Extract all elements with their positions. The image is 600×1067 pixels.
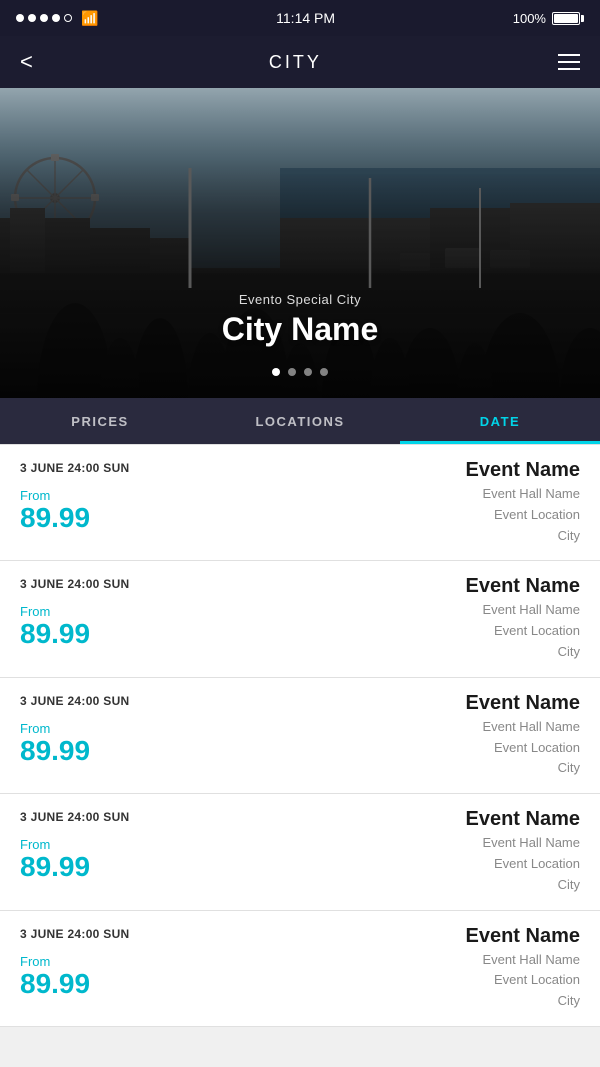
event-date: 3 JUNE 24:00 SUN: [20, 808, 295, 824]
price-amount: 89.99: [20, 969, 295, 1000]
hero-subtitle: Evento Special City: [0, 292, 600, 307]
nav-title: CITY: [269, 52, 322, 73]
tab-locations[interactable]: LOCATIONS: [200, 398, 400, 444]
event-location: Event Location: [305, 854, 580, 875]
price-from-label: From: [20, 837, 295, 852]
event-details: Event Hall Name Event Location City: [305, 600, 580, 662]
event-name: Event Name: [305, 459, 580, 482]
event-details: Event Hall Name Event Location City: [305, 950, 580, 1012]
event-name: Event Name: [305, 575, 580, 598]
event-price-block: From 89.99: [20, 484, 295, 546]
signal-dot-1: [16, 14, 24, 22]
event-date: 3 JUNE 24:00 SUN: [20, 692, 295, 708]
event-price-block: From 89.99: [20, 833, 295, 895]
signal-dot-2: [28, 14, 36, 22]
event-item[interactable]: 3 JUNE 24:00 SUN Event Name From 89.99 E…: [0, 794, 600, 910]
event-date: 3 JUNE 24:00 SUN: [20, 459, 295, 475]
event-location: Event Location: [305, 505, 580, 526]
menu-line-1: [558, 54, 580, 56]
battery-tip: [581, 15, 584, 22]
event-city: City: [305, 758, 580, 779]
price-amount: 89.99: [20, 503, 295, 534]
event-price-block: From 89.99: [20, 950, 295, 1012]
event-item[interactable]: 3 JUNE 24:00 SUN Event Name From 89.99 E…: [0, 678, 600, 794]
battery-percent: 100%: [513, 11, 546, 26]
price-from-label: From: [20, 604, 295, 619]
event-price-block: From 89.99: [20, 717, 295, 779]
event-details: Event Hall Name Event Location City: [305, 484, 580, 546]
event-location: Event Location: [305, 738, 580, 759]
event-details: Event Hall Name Event Location City: [305, 717, 580, 779]
hero-dots: [0, 368, 600, 376]
tab-prices[interactable]: PRICES: [0, 398, 200, 444]
status-bar: 📶 11:14 PM 100%: [0, 0, 600, 36]
event-hall: Event Hall Name: [305, 833, 580, 854]
hero-overlay: [0, 88, 600, 398]
event-price-block: From 89.99: [20, 600, 295, 662]
hero-dot-1[interactable]: [272, 368, 280, 376]
event-list: 3 JUNE 24:00 SUN Event Name From 89.99 E…: [0, 444, 600, 1027]
hero-content: Evento Special City City Name: [0, 292, 600, 348]
price-from-label: From: [20, 954, 295, 969]
price-amount: 89.99: [20, 619, 295, 650]
event-item[interactable]: 3 JUNE 24:00 SUN Event Name From 89.99 E…: [0, 561, 600, 677]
status-right: 100%: [513, 11, 584, 26]
hero-dot-2[interactable]: [288, 368, 296, 376]
event-item[interactable]: 3 JUNE 24:00 SUN Event Name From 89.99 E…: [0, 911, 600, 1027]
event-details: Event Hall Name Event Location City: [305, 833, 580, 895]
signal-dot-3: [40, 14, 48, 22]
signal-dot-5: [64, 14, 72, 22]
event-item[interactable]: 3 JUNE 24:00 SUN Event Name From 89.99 E…: [0, 444, 600, 561]
menu-line-3: [558, 68, 580, 70]
event-city: City: [305, 875, 580, 896]
hero-title: City Name: [0, 311, 600, 348]
status-time: 11:14 PM: [276, 10, 335, 26]
price-amount: 89.99: [20, 852, 295, 883]
hero-dot-4[interactable]: [320, 368, 328, 376]
signal-dots: [16, 14, 72, 22]
tab-date[interactable]: DATE: [400, 398, 600, 444]
price-from-label: From: [20, 488, 295, 503]
price-from-label: From: [20, 721, 295, 736]
hero-section: Evento Special City City Name: [0, 88, 600, 398]
battery-fill: [554, 14, 578, 23]
battery-icon: [552, 12, 584, 25]
event-city: City: [305, 642, 580, 663]
nav-bar: < CITY: [0, 36, 600, 88]
status-left: 📶: [16, 10, 98, 27]
event-name: Event Name: [305, 692, 580, 715]
event-location: Event Location: [305, 621, 580, 642]
menu-button[interactable]: [558, 54, 580, 70]
tabs-bar: PRICES LOCATIONS DATE: [0, 398, 600, 444]
event-location: Event Location: [305, 970, 580, 991]
event-name: Event Name: [305, 925, 580, 948]
event-name: Event Name: [305, 808, 580, 831]
event-city: City: [305, 991, 580, 1012]
hero-dot-3[interactable]: [304, 368, 312, 376]
event-hall: Event Hall Name: [305, 950, 580, 971]
event-date: 3 JUNE 24:00 SUN: [20, 575, 295, 591]
event-hall: Event Hall Name: [305, 717, 580, 738]
event-hall: Event Hall Name: [305, 600, 580, 621]
menu-line-2: [558, 61, 580, 63]
back-button[interactable]: <: [20, 49, 33, 75]
wifi-icon: 📶: [81, 10, 98, 27]
price-amount: 89.99: [20, 736, 295, 767]
event-city: City: [305, 526, 580, 547]
event-hall: Event Hall Name: [305, 484, 580, 505]
signal-dot-4: [52, 14, 60, 22]
battery-body: [552, 12, 580, 25]
event-date: 3 JUNE 24:00 SUN: [20, 925, 295, 941]
